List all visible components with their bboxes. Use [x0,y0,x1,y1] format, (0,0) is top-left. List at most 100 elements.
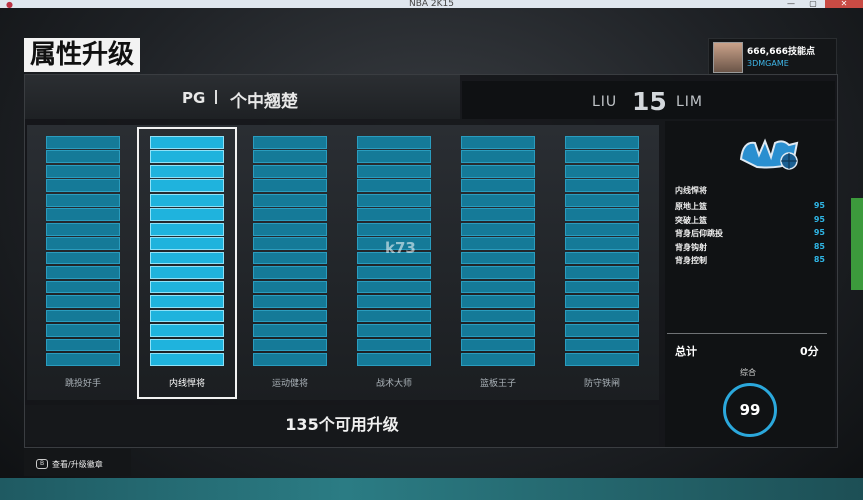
skill-points: 666,666技能点 [747,47,815,57]
upgrade-segment [253,150,327,164]
upgrade-segment [357,136,431,149]
upgrade-segment [150,309,224,323]
upgrade-segment [150,266,224,279]
upgrade-segment [150,179,224,193]
attribute-row: 背身控制 85 [675,255,825,268]
upgrade-segment [253,237,327,250]
category-column[interactable]: 防守铁闸 [554,129,650,397]
upgrade-segment [461,222,535,236]
upgrade-segment [253,309,327,323]
upgrade-segment [565,136,639,149]
jersey-number: 15 [632,87,667,116]
category-column[interactable]: 战术大师 [346,129,442,397]
upgrade-segment [357,295,431,308]
upgrade-segment [150,237,224,250]
window-title: NBA 2K15 [408,0,454,8]
player-name-bar: LIU 15 LIM [462,81,835,119]
upgrade-segment [46,208,120,222]
upgrade-segment [253,324,327,337]
upgrade-segment [253,280,327,294]
page-title: 属性升级 [24,38,141,72]
category-column[interactable]: 内线悍将 [137,127,237,399]
upgrade-segment [357,208,431,222]
upgrade-segment [461,324,535,337]
upgrade-segment [565,266,639,279]
upgrade-segment [253,295,327,308]
attribute-row: 背身后仰跳投 95 [675,228,825,241]
upgrade-segment [150,353,224,366]
upgrade-segment [150,164,224,178]
upgrade-segment [357,353,431,366]
category-column[interactable]: 运动健将 [242,129,338,397]
category-column[interactable]: 跳投好手 [35,129,131,397]
upgrade-segment [357,193,431,207]
upgrade-segment [461,338,535,352]
upgrade-segment [253,266,327,279]
upgrade-segment [150,338,224,352]
available-upgrades: 135个可用升级 [25,405,659,445]
upgrade-segment [150,280,224,294]
upgrade-meter [565,136,639,366]
profile-card: 666,666技能点 3DMGAME [708,38,837,76]
minimize-button[interactable]: — [781,0,801,8]
upgrade-segment [461,280,535,294]
category-label: 内线悍将 [168,379,205,389]
upgrade-segment [565,309,639,323]
upgrade-segment [461,136,535,149]
upgrade-segment [150,295,224,308]
upgrade-segment [46,179,120,193]
upgrade-segment [46,266,120,279]
category-label: 跳投好手 [64,379,101,389]
category-label: 篮板王子 [479,379,516,389]
controller-button-icon: B [36,459,48,469]
upgrade-segment [357,222,431,236]
upgrade-segment [461,193,535,207]
upgrade-meter [461,136,535,366]
upgrade-segment [253,193,327,207]
upgrade-meter [46,136,120,366]
upgrade-segment [253,251,327,265]
maximize-button[interactable]: ▢ [803,0,823,8]
upgrade-segment [565,295,639,308]
upgrade-segment [357,324,431,337]
upgrade-segment [46,309,120,323]
overall-label: 综合 [740,368,756,377]
category-label: 战术大师 [375,379,412,389]
team-logo-icon [739,138,799,170]
upgrade-segment [46,251,120,265]
upgrade-segment [565,164,639,178]
upgrade-segment [46,237,120,250]
attribute-name: 原地上篮 [675,202,707,211]
attribute-name: 背身钩射 [675,242,707,252]
avatar [713,42,743,73]
badge-hint-label: 查看/升级徽章 [52,460,103,469]
category-label: 防守铁闸 [583,379,620,389]
upgrade-segment [565,150,639,164]
player-last-name: LIM [676,94,704,110]
category-label: 运动健将 [271,379,308,389]
badge-hint[interactable]: B 查看/升级徽章 [24,449,131,476]
upgrade-segment [150,324,224,337]
upgrade-segment [461,237,535,250]
upgrade-segment [357,280,431,294]
category-column[interactable]: 篮板王子 [450,129,546,397]
upgrade-segment [46,338,120,352]
close-button[interactable]: ✕ [825,0,863,8]
upgrade-segment [46,136,120,149]
upgrade-segment [565,222,639,236]
attribute-panel: 内线悍将 原地上篮 95 突破上篮 95 背身后仰跳投 95 背身钩射 85 背身控制 85 总计… [665,121,835,447]
upgrade-segment [253,164,327,178]
upgrade-segment [150,251,224,265]
upgrade-segment [253,208,327,222]
overall-rating: 99 [723,383,777,437]
attribute-value: 95 [813,228,825,237]
category-name: 内线悍将 [675,186,707,195]
upgrade-segment [46,295,120,308]
attribute-value: 95 [813,214,825,224]
upgrade-segment [253,353,327,366]
upgrade-segment [357,338,431,352]
username: 3DMGAME [747,59,789,68]
upgrade-segment [461,150,535,164]
upgrade-segment [565,353,639,366]
attribute-row: 突破上篮 95 [675,215,825,228]
